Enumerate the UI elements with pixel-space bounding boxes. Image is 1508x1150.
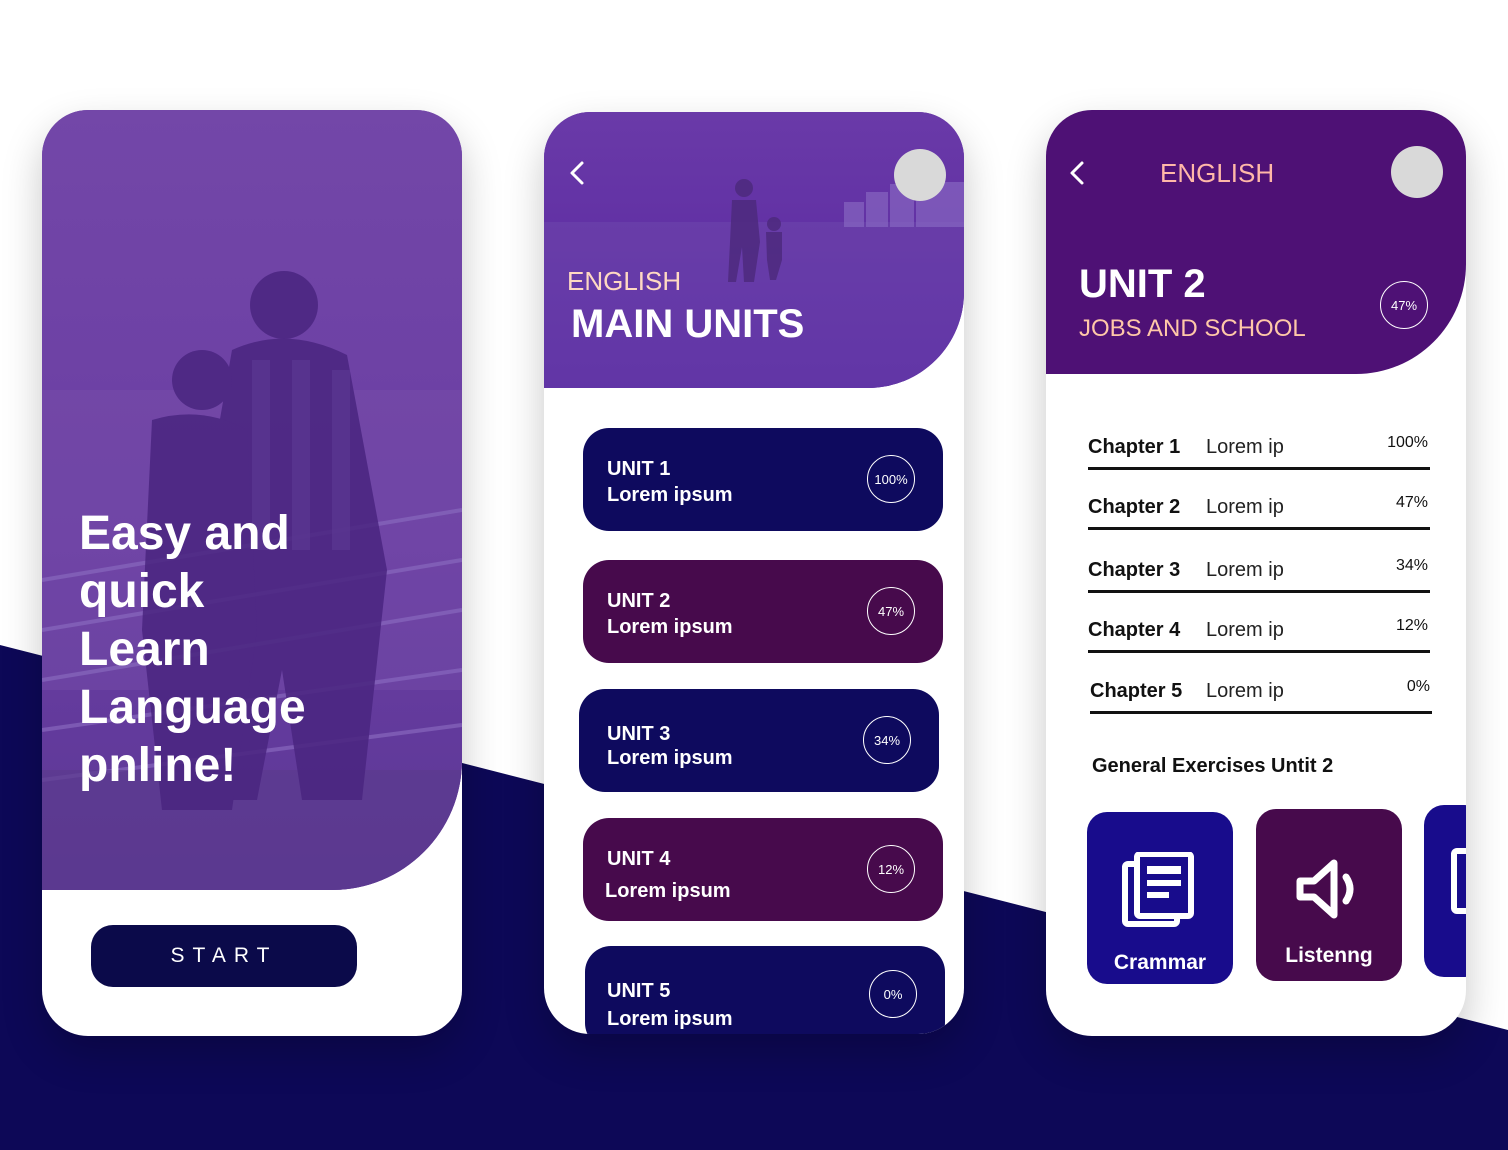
chapter-description: Lorem ip	[1206, 619, 1284, 641]
chapter-name: Chapter 2	[1088, 496, 1181, 518]
listening-exercise-card[interactable]: Listenng	[1256, 809, 1402, 981]
chapter-row[interactable]: Chapter 4 Lorem ip 12%	[1088, 613, 1430, 653]
unit-subtitle: Lorem ipsum	[605, 880, 731, 902]
unit-card[interactable]: UNIT 3 Lorem ipsum 34%	[579, 689, 939, 792]
progress-badge: 12%	[867, 845, 915, 893]
document-icon	[1451, 848, 1466, 914]
unit-title: UNIT 5	[607, 980, 671, 1002]
speaker-icon	[1296, 859, 1354, 919]
language-label: ENGLISH	[1160, 158, 1275, 188]
progress-badge: 34%	[863, 716, 911, 764]
main-units-screen: ENGLISH MAIN UNITS UNIT 1 Lorem ipsum 10…	[544, 112, 964, 1034]
headline-line: Language	[79, 681, 306, 734]
headline-line: Easy and	[79, 507, 290, 560]
hero-image: Easy and quick Learn Language pnline!	[42, 110, 462, 890]
progress-badge: 47%	[867, 587, 915, 635]
chapter-name: Chapter 3	[1088, 559, 1181, 581]
unit-subtitle: JOBS AND SCHOOL	[1079, 315, 1306, 342]
unit-card[interactable]: UNIT 2 Lorem ipsum 47%	[583, 560, 943, 663]
avatar[interactable]	[894, 149, 946, 201]
unit-card[interactable]: UNIT 1 Lorem ipsum 100%	[583, 428, 943, 531]
chapter-description: Lorem ip	[1206, 559, 1284, 581]
avatar[interactable]	[1391, 146, 1443, 198]
headline-line: pnline!	[79, 739, 237, 792]
headline: Easy and quick Learn Language pnline!	[79, 505, 439, 795]
unit-subtitle: Lorem ipsum	[607, 1008, 733, 1030]
chapter-progress: 0%	[1406, 678, 1430, 695]
welcome-screen: Easy and quick Learn Language pnline! ST…	[42, 110, 462, 1036]
headline-line: quick	[79, 565, 205, 618]
section-title: General Exercises Untit 2	[1092, 755, 1334, 777]
unit-title: UNIT 4	[607, 848, 671, 870]
grammar-exercise-card[interactable]: Crammar	[1087, 812, 1233, 984]
unit-subtitle: Lorem ipsum	[607, 616, 733, 638]
exercise-label: Crammar	[1113, 951, 1207, 974]
chapter-row[interactable]: Chapter 1 Lorem ip 100%	[1088, 430, 1430, 470]
chapter-progress: 12%	[1395, 617, 1428, 634]
chapter-progress: 34%	[1395, 557, 1428, 574]
progress-badge: 100%	[867, 455, 915, 503]
chapter-row[interactable]: Chapter 3 Lorem ip 34%	[1088, 553, 1430, 593]
unit-card[interactable]: UNIT 4 Lorem ipsum 12%	[583, 818, 943, 921]
unit-title: UNIT 2	[607, 590, 671, 612]
chapter-row[interactable]: Chapter 2 Lorem ip 47%	[1088, 490, 1430, 530]
start-button[interactable]: START	[91, 925, 357, 987]
chapter-description: Lorem ip	[1206, 680, 1284, 702]
unit-title: UNIT 3	[607, 723, 671, 745]
unit-title: UNIT 2	[1079, 262, 1206, 306]
chapter-name: Chapter 4	[1088, 619, 1181, 641]
exercise-label: Listenng	[1285, 944, 1373, 967]
chapter-description: Lorem ip	[1206, 436, 1284, 458]
unit-subtitle: Lorem ipsum	[607, 484, 733, 506]
document-icon	[1122, 852, 1194, 927]
headline-line: Learn	[79, 623, 210, 676]
chevron-left-icon[interactable]	[1064, 159, 1092, 187]
language-label: ENGLISH	[567, 266, 682, 296]
unit-title: UNIT 1	[607, 458, 671, 480]
page-title: MAIN UNITS	[571, 302, 805, 346]
chapter-name: Chapter 5	[1090, 680, 1183, 702]
chapter-name: Chapter 1	[1088, 436, 1181, 458]
chapter-progress: 100%	[1387, 434, 1428, 451]
chapter-row[interactable]: Chapter 5 Lorem ip 0%	[1090, 674, 1432, 714]
unit-card[interactable]: UNIT 5 Lorem ipsum 0%	[585, 946, 945, 1034]
chapter-progress: 47%	[1395, 494, 1428, 511]
chapter-description: Lorem ip	[1206, 496, 1284, 518]
chevron-left-icon[interactable]	[564, 159, 592, 187]
unit-subtitle: Lorem ipsum	[607, 747, 733, 769]
progress-badge: 0%	[869, 970, 917, 1018]
progress-badge: 47%	[1380, 281, 1428, 329]
exercise-card-partial[interactable]	[1424, 805, 1466, 977]
unit-detail-screen: ENGLISH UNIT 2 JOBS AND SCHOOL 47% Chapt…	[1046, 110, 1466, 1036]
